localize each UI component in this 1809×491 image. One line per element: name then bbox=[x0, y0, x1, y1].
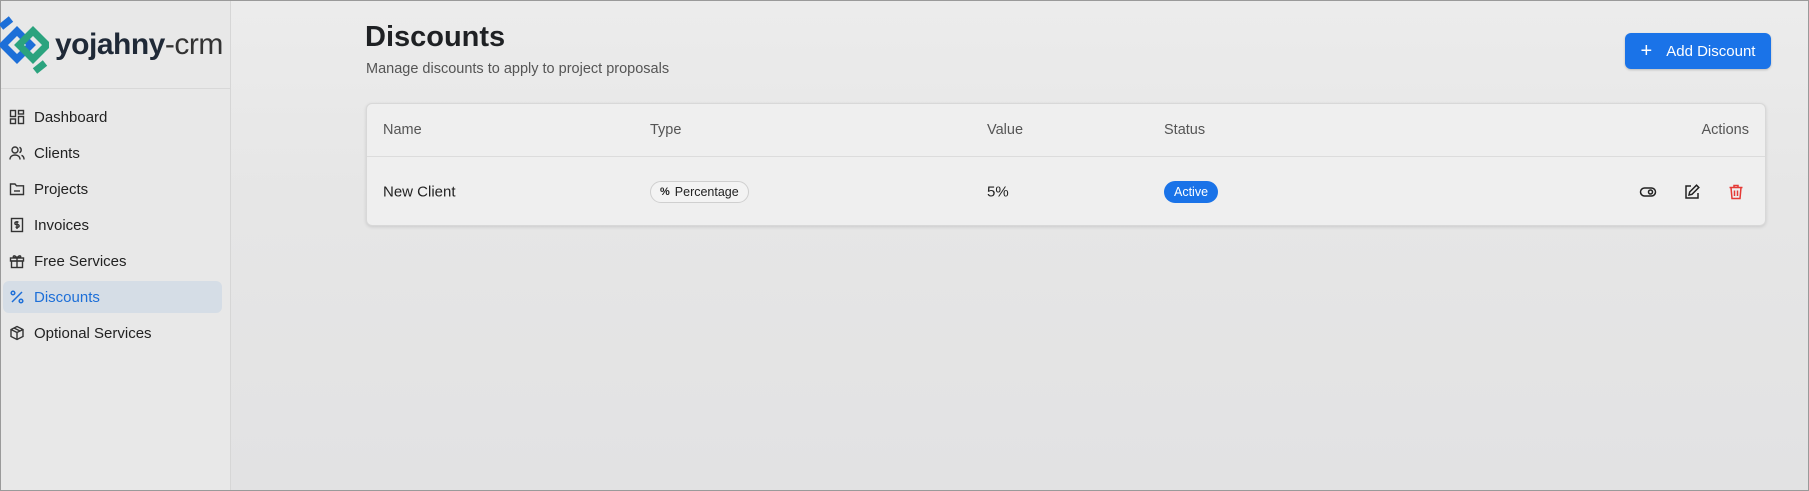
column-header-actions: Actions bbox=[1701, 122, 1749, 138]
trash-icon bbox=[1729, 184, 1743, 199]
package-icon bbox=[9, 325, 25, 341]
page-title: Discounts bbox=[365, 21, 506, 53]
sidebar-item-label: Projects bbox=[34, 180, 89, 198]
folder-icon bbox=[9, 181, 25, 197]
sidebar-nav: Dashboard Clients Projects Invoices Free… bbox=[1, 89, 230, 349]
sidebar-item-free-services[interactable]: Free Services bbox=[3, 245, 222, 277]
type-badge: % Percentage bbox=[650, 180, 749, 203]
plus-icon: + bbox=[1640, 40, 1653, 62]
sidebar-item-label: Dashboard bbox=[34, 108, 108, 126]
sidebar-item-projects[interactable]: Projects bbox=[3, 173, 222, 205]
sidebar-item-invoices[interactable]: Invoices bbox=[3, 209, 222, 241]
status-badge: Active bbox=[1164, 180, 1219, 203]
sidebar-item-label: Free Services bbox=[34, 252, 127, 270]
row-actions bbox=[1635, 179, 1749, 205]
column-header-value[interactable]: Value bbox=[987, 122, 1023, 138]
table-row[interactable]: New Client % Percentage 5% Active bbox=[367, 157, 1765, 225]
add-discount-label: Add Discount bbox=[1666, 42, 1756, 60]
toggle-status-button[interactable] bbox=[1635, 179, 1661, 205]
sidebar-item-label: Invoices bbox=[34, 216, 90, 234]
column-header-type[interactable]: Type bbox=[650, 122, 681, 138]
toggle-icon bbox=[1639, 186, 1657, 197]
discount-value: 5% bbox=[987, 183, 1009, 200]
percent-icon: % bbox=[660, 185, 670, 198]
type-cell: % Percentage bbox=[650, 180, 749, 203]
column-header-name[interactable]: Name bbox=[383, 122, 422, 138]
sidebar-item-optional-services[interactable]: Optional Services bbox=[3, 317, 222, 349]
type-label: Percentage bbox=[674, 184, 739, 199]
sidebar-item-clients[interactable]: Clients bbox=[3, 137, 222, 169]
sidebar: yojahny-crm Dashboard Clients Projects I… bbox=[0, 1, 231, 490]
sidebar-item-dashboard[interactable]: Dashboard bbox=[3, 101, 222, 133]
table-header: Name Type Value Status Actions bbox=[367, 104, 1765, 157]
column-header-status[interactable]: Status bbox=[1164, 122, 1205, 138]
discount-name: New Client bbox=[383, 183, 456, 200]
delete-button[interactable] bbox=[1723, 179, 1749, 205]
dashboard-icon bbox=[9, 109, 25, 125]
logo-icon bbox=[0, 15, 49, 74]
edit-icon bbox=[1685, 183, 1700, 199]
gift-icon bbox=[9, 253, 25, 269]
page-subtitle: Manage discounts to apply to project pro… bbox=[366, 61, 670, 77]
app-window: yojahny-crm Dashboard Clients Projects I… bbox=[0, 0, 1809, 491]
brand[interactable]: yojahny-crm bbox=[0, 1, 230, 89]
discounts-table: Name Type Value Status Actions New Clien… bbox=[366, 103, 1766, 226]
brand-name: yojahny-crm bbox=[55, 27, 223, 61]
sidebar-item-label: Discounts bbox=[34, 288, 100, 306]
percent-icon bbox=[9, 289, 25, 305]
sidebar-item-discounts[interactable]: Discounts bbox=[3, 281, 222, 313]
sidebar-item-label: Optional Services bbox=[34, 324, 152, 342]
invoice-icon bbox=[9, 217, 25, 233]
users-icon bbox=[9, 145, 25, 161]
add-discount-button[interactable]: + Add Discount bbox=[1625, 33, 1771, 69]
status-cell: Active bbox=[1164, 180, 1219, 203]
edit-button[interactable] bbox=[1679, 179, 1705, 205]
sidebar-item-label: Clients bbox=[34, 144, 80, 162]
main-content: Discounts Manage discounts to apply to p… bbox=[231, 1, 1808, 490]
